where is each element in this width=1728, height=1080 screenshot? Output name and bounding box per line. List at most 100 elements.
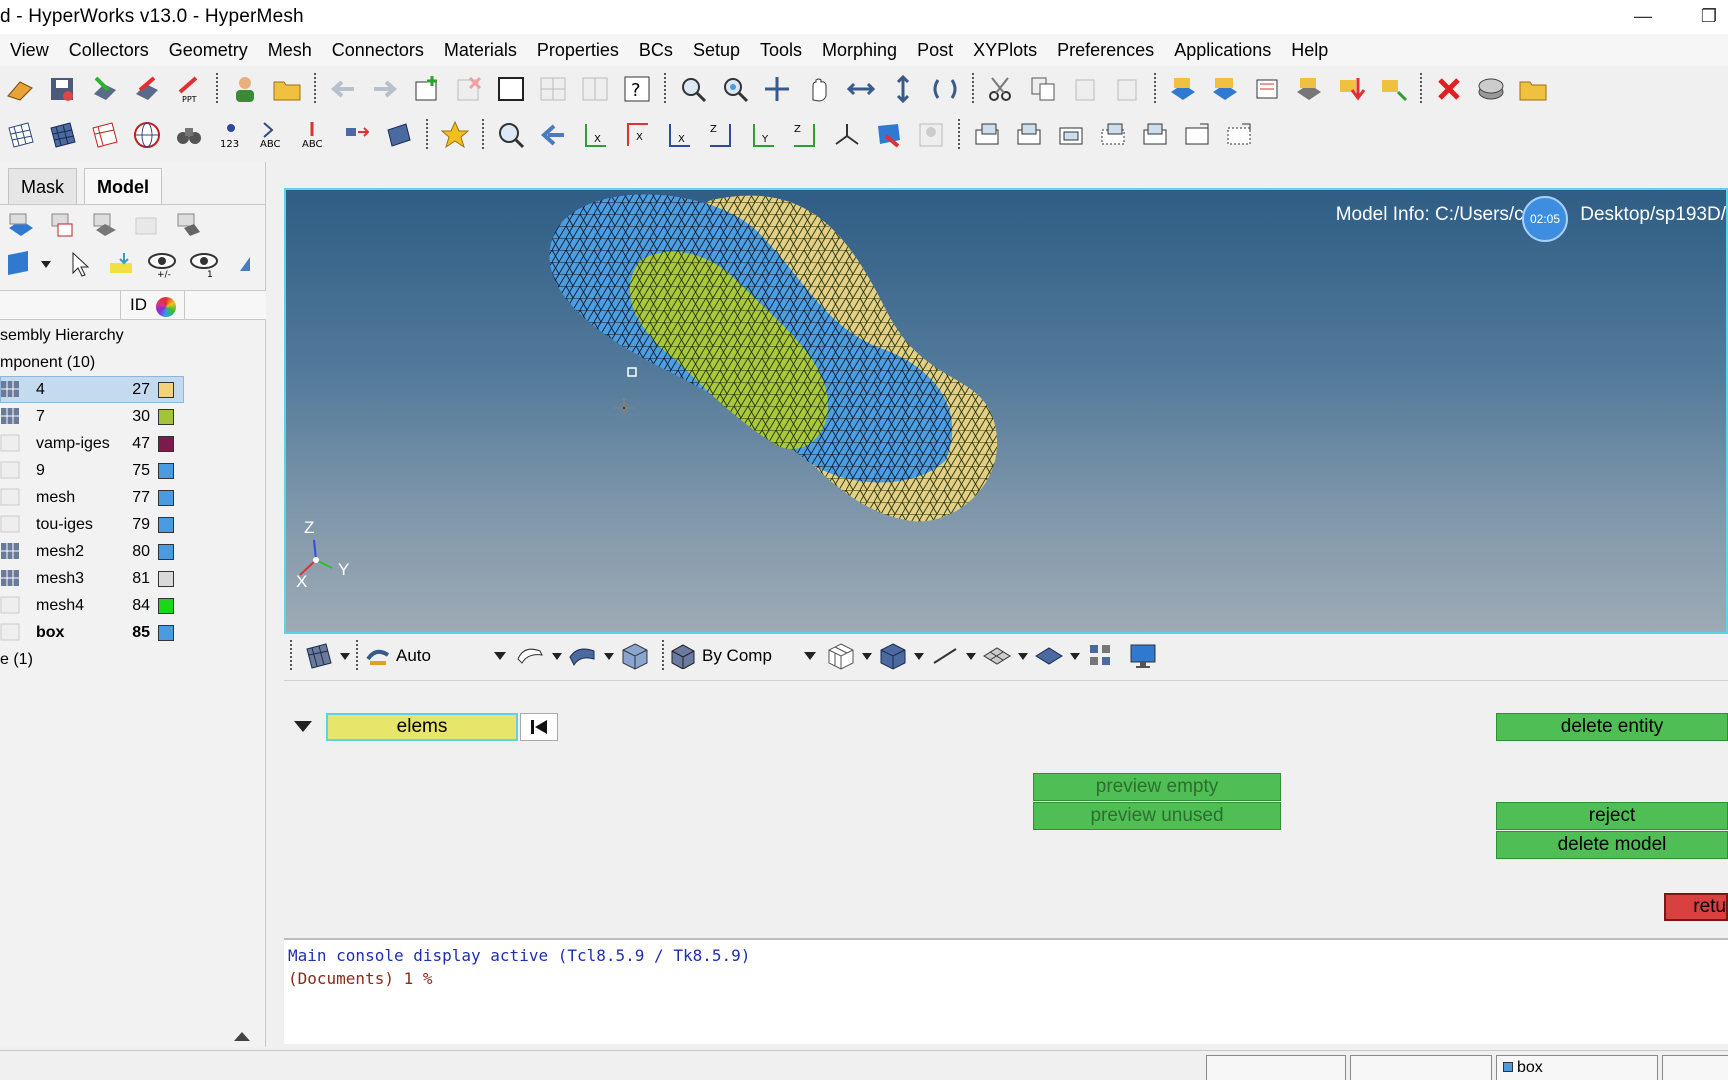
color-wheel-icon[interactable] — [156, 297, 176, 317]
menu-morphing[interactable]: Morphing — [812, 40, 907, 61]
user-profile-icon[interactable] — [228, 72, 262, 106]
solid-display-icon[interactable] — [618, 639, 652, 673]
camera-3-icon[interactable] — [1054, 118, 1088, 152]
zoom-in-icon[interactable] — [494, 118, 528, 152]
menu-view[interactable]: View — [0, 40, 59, 61]
select-cursor-icon[interactable] — [63, 247, 96, 281]
view-yz-icon[interactable]: Z — [788, 118, 822, 152]
material-icon[interactable] — [1250, 72, 1284, 106]
shaded-cube-icon[interactable] — [876, 639, 910, 673]
import-icon[interactable] — [88, 72, 122, 106]
zoom-fit-icon[interactable] — [718, 72, 752, 106]
label-abc-red-icon[interactable]: ABC — [298, 118, 332, 152]
tree-assembly-hierarchy[interactable]: sembly Hierarchy — [0, 322, 266, 349]
view-zx-icon[interactable]: X — [662, 118, 696, 152]
tree-component-7[interactable]: 7 30 — [0, 403, 266, 430]
load-collector-icon[interactable] — [1334, 72, 1368, 106]
component-color-swatch[interactable] — [158, 436, 174, 452]
restore-button[interactable]: ❐ — [1694, 4, 1724, 28]
component-color-swatch[interactable] — [158, 409, 174, 425]
camera-4-icon[interactable] — [1096, 118, 1130, 152]
tree-component-mesh[interactable]: mesh 77 — [0, 484, 266, 511]
camera-1-icon[interactable] — [970, 118, 1004, 152]
pan-icon[interactable] — [760, 72, 794, 106]
element-grid-icon[interactable] — [1084, 639, 1118, 673]
reject-button[interactable]: reject — [1496, 802, 1728, 830]
property-icon[interactable] — [1292, 72, 1326, 106]
binoculars-icon[interactable] — [172, 118, 206, 152]
menu-tools[interactable]: Tools — [750, 40, 812, 61]
label-abc-icon[interactable]: ABC — [256, 118, 290, 152]
color-by-select[interactable]: By Comp — [670, 640, 820, 672]
cut-icon[interactable] — [984, 72, 1018, 106]
component-color-swatch[interactable] — [158, 571, 174, 587]
tree-component-box[interactable]: box 85 — [0, 619, 266, 646]
hand-icon[interactable] — [802, 72, 836, 106]
user-view-icon[interactable] — [914, 118, 948, 152]
menu-setup[interactable]: Setup — [683, 40, 750, 61]
reset-selection-icon[interactable] — [520, 713, 558, 741]
load-browser-icon[interactable] — [130, 208, 164, 242]
menu-geometry[interactable]: Geometry — [159, 40, 258, 61]
tree-component-4[interactable]: 4 27 — [0, 376, 266, 403]
display-mode-icon[interactable] — [872, 118, 906, 152]
tree-component-group[interactable]: mponent (10) — [0, 349, 266, 376]
element-color-icon[interactable] — [302, 639, 336, 673]
browser-filter-icon[interactable] — [4, 247, 37, 281]
view-xz-icon[interactable]: Z — [704, 118, 738, 152]
graphics-viewport[interactable]: Z X Y Model Info: C:/Users/ca Desktop/sp1… — [284, 188, 1728, 634]
zoom-window-icon[interactable] — [676, 72, 710, 106]
property-browser-icon[interactable] — [88, 208, 122, 242]
component-browser-icon[interactable] — [4, 208, 38, 242]
help-icon[interactable]: ? — [620, 72, 654, 106]
menu-help[interactable]: Help — [1281, 40, 1338, 61]
delete-window-icon[interactable] — [452, 72, 486, 106]
show-hide-icon[interactable]: +/- — [145, 247, 179, 281]
surface-icon[interactable] — [382, 118, 416, 152]
tab-model[interactable]: Model — [84, 168, 162, 204]
star-icon[interactable] — [438, 118, 472, 152]
numbers-icon[interactable]: 123 — [214, 118, 248, 152]
rotate-horizontal-icon[interactable] — [844, 72, 878, 106]
monitor-icon[interactable] — [1126, 639, 1160, 673]
previous-view-icon[interactable] — [536, 118, 570, 152]
entity-selector-elems[interactable]: elems — [326, 713, 518, 741]
wireframe-dropdown-icon[interactable] — [862, 652, 872, 660]
wireframe-cube-icon[interactable] — [824, 639, 858, 673]
view-xy-top-icon[interactable]: X — [578, 118, 612, 152]
layout-split-icon[interactable] — [578, 72, 612, 106]
expand-icon[interactable] — [229, 247, 262, 281]
paste-special-icon[interactable] — [1110, 72, 1144, 106]
tab-mask[interactable]: Mask — [8, 168, 78, 204]
component-color-swatch[interactable] — [158, 463, 174, 479]
preview-empty-button[interactable]: preview empty — [1033, 773, 1281, 801]
export-icon[interactable] — [130, 72, 164, 106]
shaded-mesh-icon[interactable] — [46, 118, 80, 152]
paste-icon[interactable] — [1068, 72, 1102, 106]
tree-component-tou-iges[interactable]: tou-iges 79 — [0, 511, 266, 538]
browser-filter-dropdown-icon[interactable] — [41, 260, 51, 268]
mesh-view-icon[interactable] — [4, 118, 38, 152]
delete-icon[interactable] — [1432, 72, 1466, 106]
spin-icon[interactable] — [928, 72, 962, 106]
menu-connectors[interactable]: Connectors — [322, 40, 434, 61]
isolate-icon[interactable] — [104, 247, 137, 281]
view-zy-icon[interactable]: Y — [746, 118, 780, 152]
tree-component-mesh2[interactable]: mesh2 80 — [0, 538, 266, 565]
component-icon[interactable] — [1166, 72, 1200, 106]
tree-component-9[interactable]: 9 75 — [0, 457, 266, 484]
shaded-plane-dropdown-icon[interactable] — [1070, 652, 1080, 660]
component-color-swatch[interactable] — [158, 382, 174, 398]
menu-properties[interactable]: Properties — [527, 40, 629, 61]
entity-selector-dropdown-icon[interactable] — [294, 721, 312, 732]
element-color-dropdown-icon[interactable] — [340, 652, 350, 660]
layout-grid-icon[interactable] — [536, 72, 570, 106]
material-browser-icon[interactable] — [46, 208, 80, 242]
camera-2-icon[interactable] — [1012, 118, 1046, 152]
component-color-swatch[interactable] — [158, 625, 174, 641]
menu-materials[interactable]: Materials — [434, 40, 527, 61]
open-model-icon[interactable] — [4, 72, 38, 106]
scroll-up-arrow-icon[interactable] — [234, 1032, 250, 1041]
stack-icon[interactable] — [1474, 72, 1508, 106]
camera-5-icon[interactable] — [1138, 118, 1172, 152]
